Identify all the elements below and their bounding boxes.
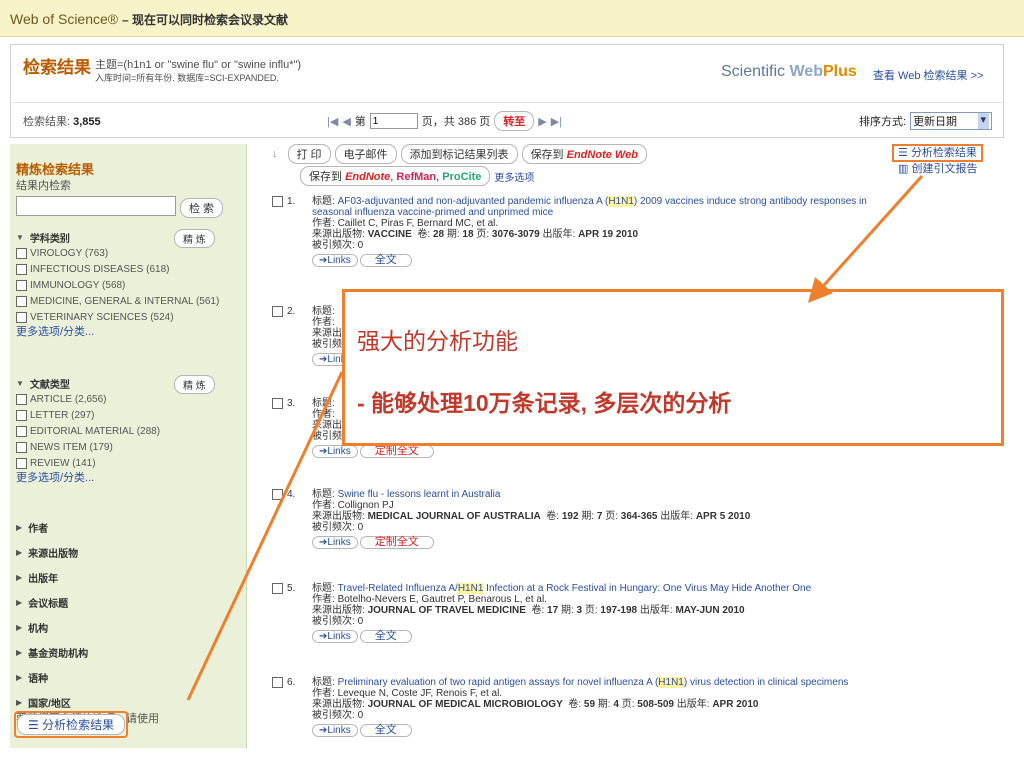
annotation-arrows (186, 174, 924, 701)
arrow-to-callout (807, 174, 924, 303)
arrow-to-sidebar-button (186, 371, 344, 701)
